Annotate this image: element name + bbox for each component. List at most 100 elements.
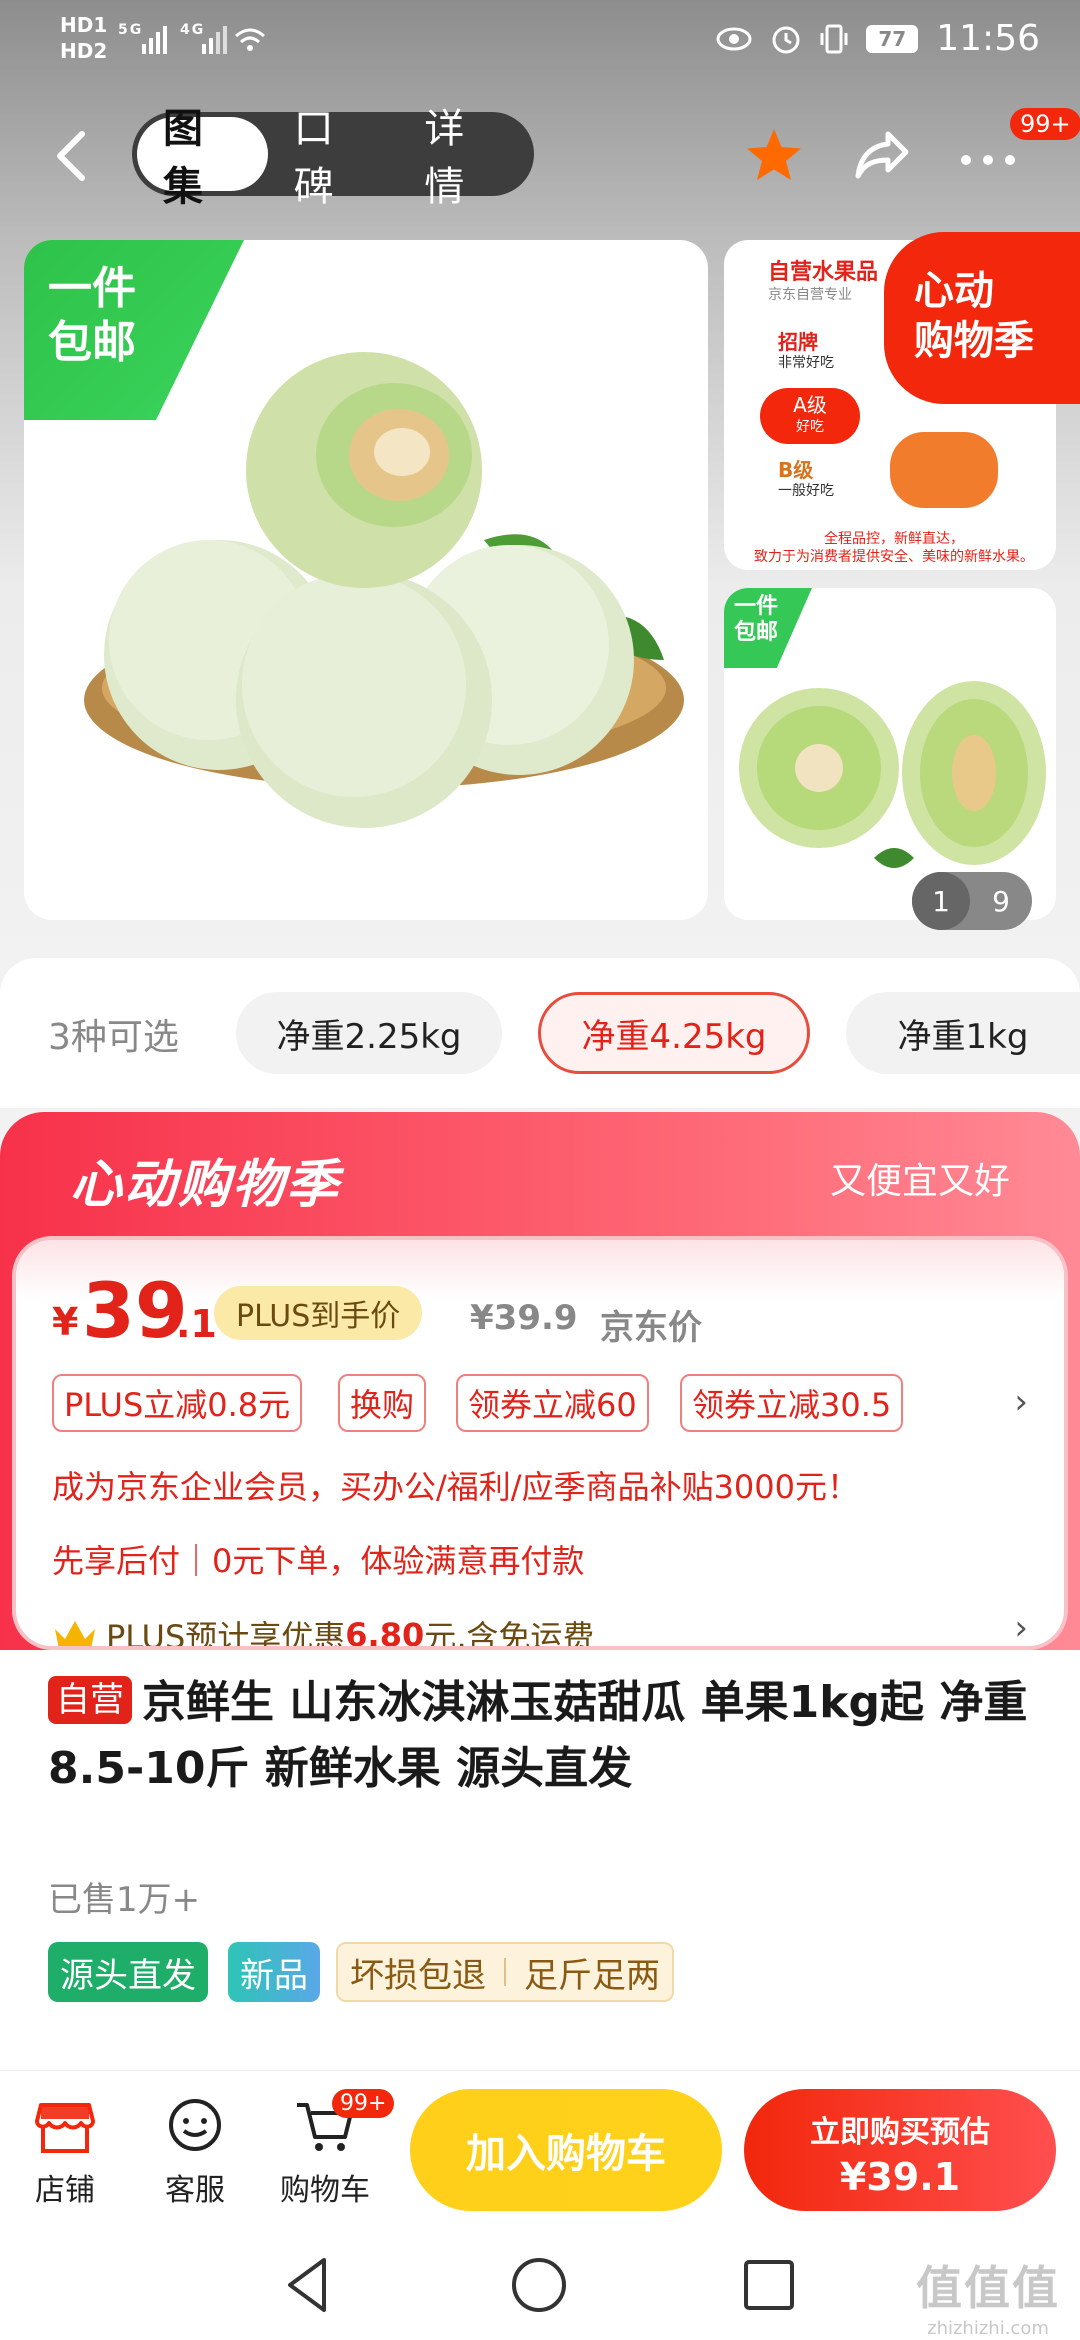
sim2-label: HD2 (60, 39, 108, 63)
more-button[interactable] (958, 118, 1018, 182)
grade-top: 招牌 (778, 330, 818, 354)
sold-count: 已售1万+ (48, 1880, 201, 1920)
status-bar: HD1 HD2 5G 4G 77 11:56 (0, 0, 1080, 80)
cart-count-badge: 99+ (332, 2089, 395, 2118)
promo-banner: 心动购物季 又便宜又好 ¥ 39 .1 PLUS到手价 ¥39.9 京东价 PL… (0, 1112, 1080, 1652)
watermark: 值值值 zhizhizhi.com (916, 2252, 1060, 2339)
tag-new-product: 新品 (228, 1942, 320, 2002)
buy-now-button[interactable]: 立即购买预估 ¥39.1 (744, 2089, 1056, 2211)
shop-button[interactable]: 店铺 (10, 2097, 120, 2209)
nav-home-icon[interactable] (506, 2252, 572, 2318)
watermark-url: zhizhizhi.com (927, 2318, 1049, 2339)
price-currency: ¥ (52, 1300, 79, 1344)
coupon-plus-discount[interactable]: PLUS立减0.8元 (52, 1374, 303, 1432)
vibrate-icon (820, 24, 848, 53)
buy-now-label: 立即购买预估 (810, 2115, 990, 2150)
nav-recents-icon[interactable] (736, 2252, 802, 2318)
plus-estimate-row[interactable]: PLUS预计享优惠 6.80 元,含免运费 (52, 1612, 595, 1650)
eye-icon (716, 27, 752, 50)
message-badge: 99+ (1010, 108, 1080, 140)
promo-slogan: 又便宜又好 (829, 1161, 1010, 1202)
product-title: 自营 京鲜生 山东冰淇淋玉菇甜瓜 单果1kg起 净重8.5-10斤 新鲜水果 源头… (48, 1670, 1048, 1802)
clock: 11:56 (936, 18, 1040, 59)
thumb-subtitle: 京东自营专业 (768, 287, 852, 303)
variant-option-425kg[interactable]: 净重4.25kg (538, 992, 810, 1074)
chat-face-icon (169, 2099, 221, 2151)
grade-a-sub: 好吃 (796, 419, 824, 435)
variant-count-label: 3种可选 (48, 1017, 179, 1058)
orange-fruit-icon (890, 432, 998, 508)
alarm-icon (772, 26, 800, 53)
image-counter-total: 9 (992, 884, 1010, 918)
shopping-season-badge[interactable]: 心动 购物季 (884, 232, 1080, 404)
status-right: 77 11:56 (716, 18, 1040, 59)
bottom-action-bar: 店铺 客服 购物车 99+ 加入购物车 立即购买预估 ¥39.1 (0, 2070, 1080, 2230)
favorite-button[interactable] (744, 126, 804, 193)
nav-back-icon[interactable] (276, 2252, 342, 2318)
variant-option-225kg[interactable]: 净重2.25kg (236, 992, 502, 1074)
cart-button[interactable]: 购物车 99+ (270, 2089, 395, 2209)
footer-line2: 致力于为消费者提供安全、美味的新鲜水果。 (754, 549, 1034, 565)
tag-direct-from-source: 源头直发 (48, 1942, 208, 2002)
plus-estimate-amount: 6.80 (345, 1616, 425, 1650)
enterprise-member-offer[interactable]: 成为京东企业会员，买办公/福利/应季商品补贴3000元！ (52, 1462, 859, 1508)
star-icon (747, 129, 801, 180)
coupon-30-5[interactable]: 领券立减30.5 (680, 1374, 904, 1432)
back-button[interactable] (52, 128, 102, 184)
svg-text:4G: 4G (180, 22, 205, 38)
store-icon (35, 2103, 95, 2153)
price-decimal: .1 (176, 1302, 217, 1346)
main-product-image[interactable]: 一件 包邮 (24, 240, 708, 920)
cart-label: 购物车 (280, 2173, 370, 2208)
network-signal-icon: 5G 4G (118, 20, 268, 67)
watermark-text: 值值值 (916, 2261, 1060, 2315)
customer-service-button[interactable]: 客服 (140, 2097, 250, 2209)
share-button[interactable] (852, 124, 912, 184)
svg-text:5G: 5G (118, 22, 143, 38)
image-counter: 1 9 (912, 872, 1032, 930)
grade-top-sub: 非常好吃 (778, 355, 834, 371)
plus-estimate-prefix: PLUS预计享优惠 (106, 1618, 346, 1650)
grade-a-pill: A级 好吃 (760, 388, 860, 444)
tag-guarantees: 坏损包退 足斤足两 (336, 1942, 674, 2002)
variant-option-1kg[interactable]: 净重1kg (846, 992, 1080, 1074)
sim1-label: HD1 (60, 13, 108, 37)
coupon-exchange[interactable]: 换购 (338, 1374, 427, 1432)
footer-line1: 全程品控，新鲜直达， (824, 531, 964, 547)
tag-full-weight: 足斤足两 (524, 1955, 660, 1996)
plus-estimate-suffix: 元,含免运费 (424, 1618, 595, 1650)
grade-a: A级 (793, 393, 827, 417)
product-title-text: 京鲜生 山东冰淇淋玉菇甜瓜 单果1kg起 净重8.5-10斤 新鲜水果 源头直发 (48, 1677, 1028, 1794)
tab-reviews[interactable]: 口碑 (268, 106, 399, 210)
buy-now-pay-later[interactable]: 先享后付｜0元下单，体验满意再付款 (52, 1536, 584, 1582)
badge-line2: 购物季 (914, 318, 1034, 364)
buy-now-price: ¥39.1 (839, 2155, 961, 2199)
original-price-label: 京东价 (600, 1308, 702, 1348)
thumb-footer: 全程品控，新鲜直达， 致力于为消费者提供安全、美味的新鲜水果。 (744, 530, 1044, 566)
badge-line1: 心动 (914, 268, 994, 314)
tab-details[interactable]: 详情 (398, 106, 529, 210)
variant-selector: 3种可选 净重2.25kg 净重4.25kg 净重1kg (0, 958, 1080, 1108)
back-arrow-icon (57, 131, 85, 181)
add-to-cart-button[interactable]: 加入购物车 (410, 2089, 722, 2211)
tab-gallery[interactable]: 图集 (137, 106, 268, 210)
plus-chevron-icon[interactable]: › (1014, 1608, 1028, 1646)
product-info: 自营 京鲜生 山东冰淇淋玉菇甜瓜 单果1kg起 净重8.5-10斤 新鲜水果 源头… (0, 1650, 1080, 2070)
tag-damage-refund: 坏损包退 (350, 1955, 486, 1996)
coupons-chevron-icon[interactable]: › (1014, 1382, 1028, 1422)
share-icon (855, 131, 909, 179)
grade-b: B级 (778, 458, 814, 482)
price-card: ¥ 39 .1 PLUS到手价 ¥39.9 京东价 PLUS立减0.8元 换购 … (12, 1236, 1068, 1650)
thumb-title: 自营水果品 (768, 260, 879, 285)
promo-title: 心动购物季 (70, 1155, 341, 1215)
coupon-60[interactable]: 领券立减60 (456, 1374, 649, 1432)
more-dots-icon (961, 155, 1015, 165)
grade-b-sub: 一般好吃 (778, 483, 834, 499)
original-price: ¥39.9 (470, 1298, 578, 1338)
image-counter-current: 1 (912, 872, 970, 930)
thumbnail-melon-cut[interactable]: 一件 包邮 (724, 588, 1056, 920)
price-integer: 39 (82, 1266, 188, 1355)
product-header: 图集 口碑 详情 99+ (0, 106, 1080, 210)
service-label: 客服 (165, 2173, 225, 2208)
tag-separator (504, 1958, 506, 1986)
